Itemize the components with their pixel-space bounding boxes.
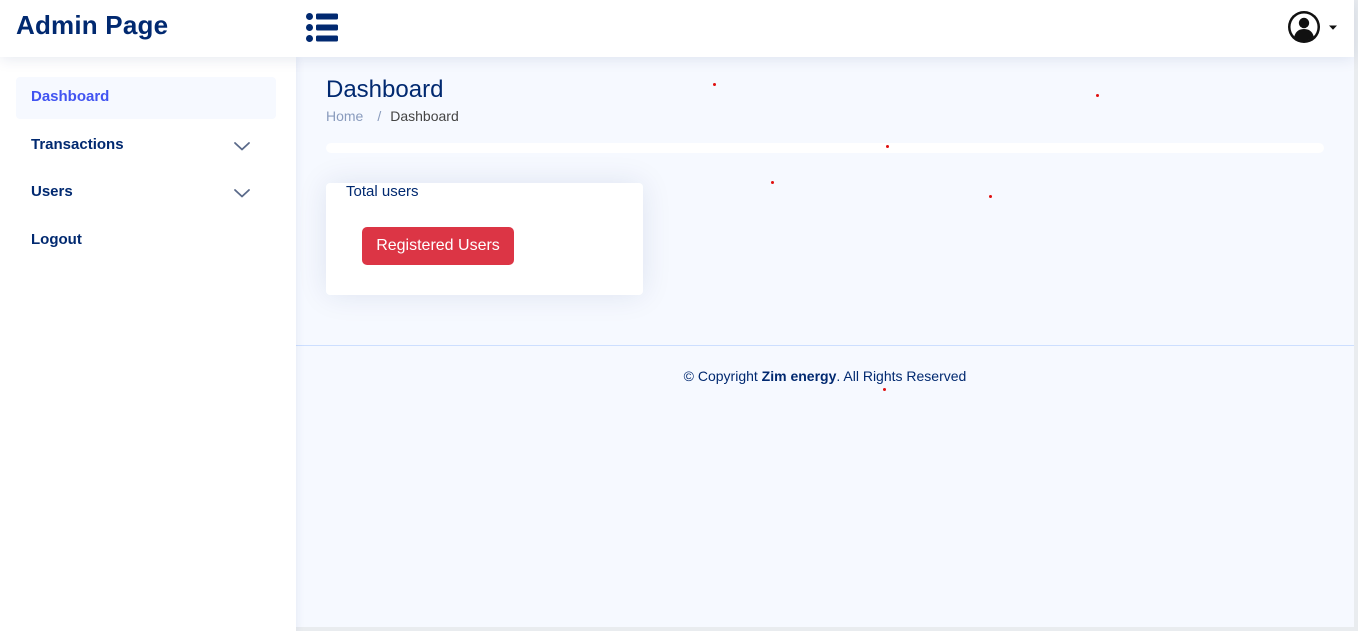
page-title: Dashboard xyxy=(326,76,444,103)
sidebar-item-label: Users xyxy=(31,183,73,200)
card-title: Total users xyxy=(346,183,419,200)
artifact-dot xyxy=(989,195,992,198)
sidebar-item-label: Dashboard xyxy=(31,88,110,105)
footer-company: Zim energy xyxy=(761,368,837,384)
registered-users-button[interactable]: Registered Users xyxy=(362,227,514,265)
profile-dropdown-toggle[interactable] xyxy=(1286,10,1342,46)
sidebar-item-label: Logout xyxy=(31,231,82,248)
footer-copyright: © Copyright Zim energy. All Rights Reser… xyxy=(296,368,1354,384)
artifact-dot xyxy=(1096,94,1099,97)
breadcrumb-current: Dashboard xyxy=(390,108,459,124)
sidebar-item-label: Transactions xyxy=(31,136,124,153)
sidebar-item-dashboard[interactable]: Dashboard xyxy=(16,77,276,119)
progress-bar xyxy=(326,143,1324,153)
sidebar-item-logout[interactable]: Logout xyxy=(16,220,276,262)
window-bottom-edge xyxy=(296,627,1354,631)
caret-down-icon xyxy=(1329,25,1337,30)
user-circle-icon xyxy=(1288,11,1337,43)
artifact-dot xyxy=(771,181,774,184)
sidebar-item-transactions[interactable]: Transactions xyxy=(16,125,276,167)
list-icon[interactable] xyxy=(306,12,340,44)
footer-prefix: © Copyright xyxy=(683,368,762,384)
artifact-dot xyxy=(883,388,886,391)
sidebar: Dashboard Transactions Users Logout xyxy=(0,57,296,631)
top-header: Admin Page xyxy=(0,0,1354,57)
breadcrumb-home-link[interactable]: Home xyxy=(326,108,363,124)
footer-divider xyxy=(296,345,1354,347)
list-icon-graphic xyxy=(306,13,338,42)
window-right-edge xyxy=(1354,0,1358,631)
breadcrumb: Home / Dashboard xyxy=(326,108,459,124)
artifact-dot xyxy=(713,83,716,86)
chevron-down-icon xyxy=(234,189,250,198)
chevron-down-icon xyxy=(234,142,250,151)
total-users-card: Total users Registered Users xyxy=(326,183,643,295)
breadcrumb-separator: / xyxy=(377,108,382,124)
footer-suffix: . All Rights Reserved xyxy=(836,368,967,384)
sidebar-item-users[interactable]: Users xyxy=(16,172,276,214)
main-content: Dashboard Home / Dashboard Total users Reg… xyxy=(296,57,1354,627)
artifact-dot xyxy=(886,145,889,148)
app-brand[interactable]: Admin Page xyxy=(16,10,168,41)
